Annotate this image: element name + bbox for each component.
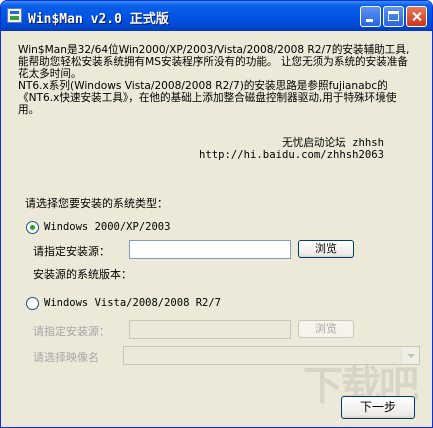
xp-version-label: 安装源的系统版本： bbox=[33, 268, 132, 281]
vista-source-input[interactable] bbox=[129, 320, 291, 339]
radio-vista[interactable] bbox=[26, 297, 39, 310]
app-window: Win$Man v2.0 正式版 Win$Man是32/64位Win2000/X… bbox=[0, 0, 433, 428]
window-title: Win$Man v2.0 正式版 bbox=[28, 12, 169, 27]
xp-browse-button[interactable]: 浏览 bbox=[298, 240, 354, 258]
intro-text: Win$Man是32/64位Win2000/XP/2003/Vista/2008… bbox=[18, 44, 410, 116]
close-button[interactable] bbox=[406, 6, 427, 27]
close-icon bbox=[407, 7, 426, 26]
radio-xp[interactable] bbox=[26, 221, 39, 234]
vista-source-label: 请指定安装源： bbox=[33, 325, 110, 338]
vista-image-label: 请选择映像名 bbox=[33, 351, 99, 364]
minimize-icon bbox=[366, 19, 373, 22]
xp-source-input[interactable] bbox=[129, 240, 291, 259]
maximize-icon bbox=[388, 11, 399, 21]
next-button[interactable]: 下一步 bbox=[341, 396, 415, 419]
app-icon bbox=[7, 8, 22, 23]
vista-browse-button[interactable]: 浏览 bbox=[298, 320, 354, 338]
title-bar[interactable]: Win$Man v2.0 正式版 bbox=[1, 1, 432, 31]
radio-xp-label[interactable]: Windows 2000/XP/2003 bbox=[44, 221, 170, 233]
radio-vista-label[interactable]: Windows Vista/2008/2008 R2/7 bbox=[44, 297, 221, 309]
maximize-button[interactable] bbox=[383, 6, 404, 27]
credit-block: 无忧启动论坛 zhhsh http://hi.baidu.com/zhhsh20… bbox=[199, 137, 384, 161]
minimize-button[interactable] bbox=[360, 6, 381, 27]
install-type-label: 请选择您要安装的系统类型： bbox=[25, 197, 168, 210]
credit-url: http://hi.baidu.com/zhhsh2063 bbox=[199, 149, 384, 161]
xp-source-label: 请指定安装源： bbox=[33, 245, 110, 258]
credit-forum: 无忧启动论坛 zhhsh bbox=[282, 137, 384, 149]
